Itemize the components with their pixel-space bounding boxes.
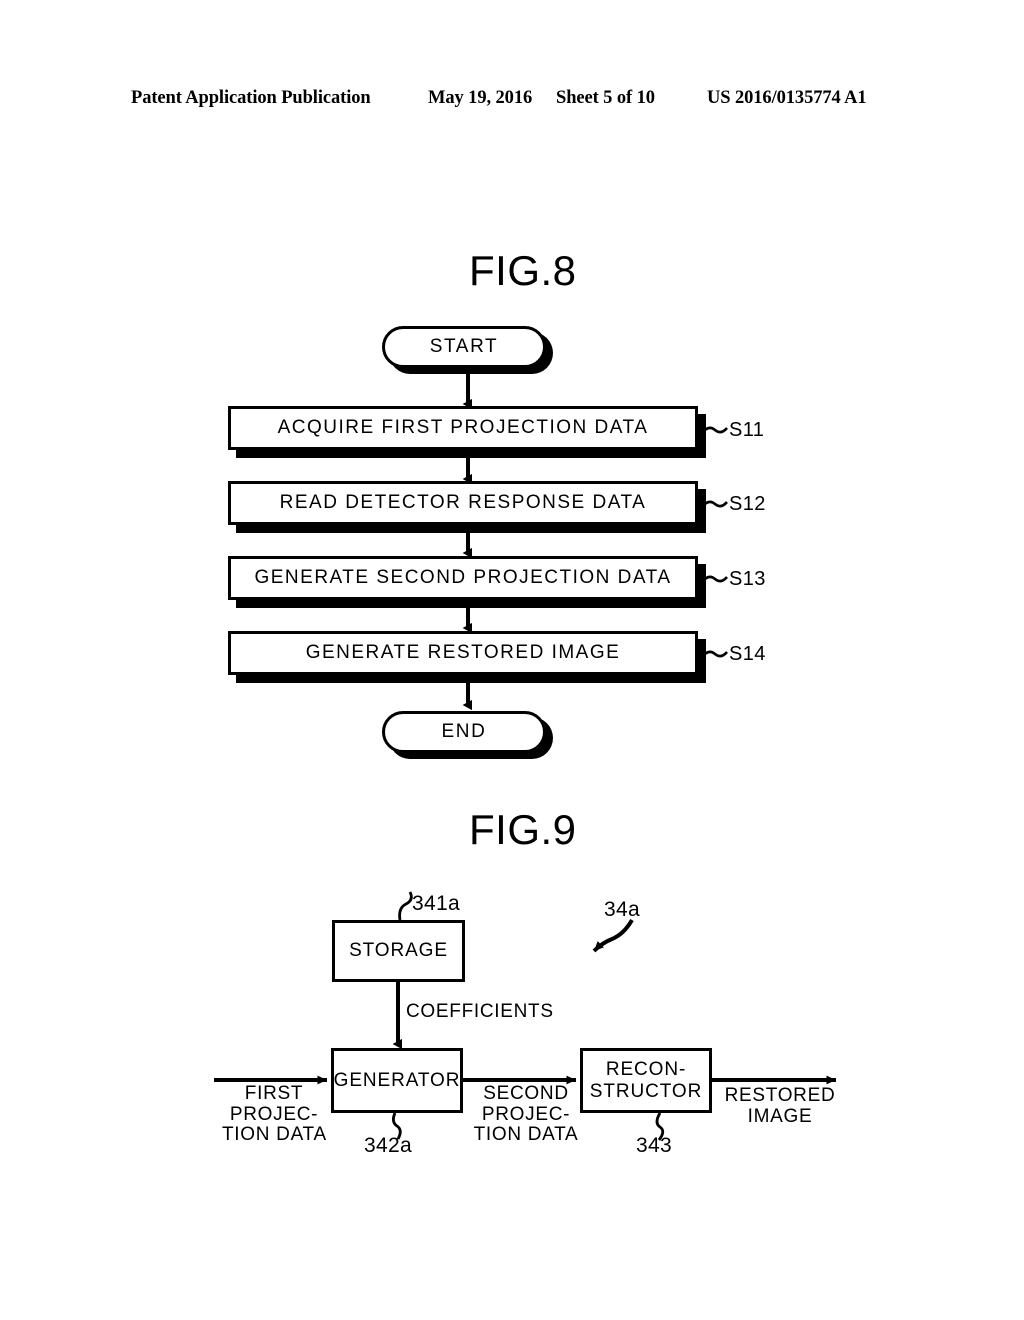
step-s11-box: ACQUIRE FIRST PROJECTION DATA bbox=[228, 406, 698, 450]
start-terminal-label: START bbox=[429, 336, 499, 357]
second-projection-data-line1: SECOND bbox=[483, 1083, 569, 1104]
reconstructor-block: RECON- STRUCTOR bbox=[580, 1048, 712, 1113]
end-terminal-label: END bbox=[441, 721, 487, 742]
step-s11-label: ACQUIRE FIRST PROJECTION DATA bbox=[277, 417, 649, 438]
step-s12-label: READ DETECTOR RESPONSE DATA bbox=[279, 492, 647, 513]
step-s14-box: GENERATE RESTORED IMAGE bbox=[228, 631, 698, 675]
restored-image-line2: IMAGE bbox=[747, 1105, 813, 1127]
first-projection-data-line2: PROJEC- bbox=[229, 1103, 319, 1125]
first-projection-data-line1: FIRST bbox=[244, 1083, 304, 1104]
reconstructor-block-label-line1: RECON- bbox=[605, 1059, 687, 1081]
second-projection-data-label: SECOND PROJEC- TION DATA bbox=[470, 1083, 582, 1146]
storage-block: STORAGE bbox=[332, 920, 465, 982]
storage-block-ref: 341a bbox=[412, 892, 460, 915]
reconstructor-block-label-line2: STRUCTOR bbox=[589, 1080, 703, 1102]
first-projection-data-label: FIRST PROJEC- TION DATA bbox=[222, 1083, 327, 1146]
step-s14-label: GENERATE RESTORED IMAGE bbox=[305, 642, 621, 663]
generator-block-ref: 342a bbox=[364, 1134, 412, 1157]
restored-image-line1: RESTORED bbox=[724, 1085, 836, 1106]
coefficients-signal-label: COEFFICIENTS bbox=[406, 1001, 554, 1022]
generator-block-label: GENERATOR bbox=[333, 1069, 461, 1091]
step-s12-box: READ DETECTOR RESPONSE DATA bbox=[228, 481, 698, 525]
step-s13-box: GENERATE SECOND PROJECTION DATA bbox=[228, 556, 698, 600]
restored-image-label: RESTORED IMAGE bbox=[722, 1085, 838, 1127]
step-s13-label: GENERATE SECOND PROJECTION DATA bbox=[254, 567, 672, 588]
step-s11-ref: S11 bbox=[729, 419, 765, 441]
system-ref-34a: 34a bbox=[604, 898, 640, 921]
step-s14-ref: S14 bbox=[729, 643, 766, 665]
step-s13-ref: S13 bbox=[729, 568, 766, 590]
step-s12-ref: S12 bbox=[729, 493, 766, 515]
storage-block-label: STORAGE bbox=[349, 940, 448, 962]
start-terminal: START bbox=[382, 326, 546, 368]
first-projection-data-line3: TION DATA bbox=[222, 1124, 327, 1146]
end-terminal: END bbox=[382, 711, 546, 753]
second-projection-data-line3: TION DATA bbox=[473, 1124, 579, 1146]
reconstructor-block-ref: 343 bbox=[636, 1134, 672, 1157]
generator-block: GENERATOR bbox=[331, 1048, 463, 1113]
second-projection-data-line2: PROJEC- bbox=[481, 1103, 571, 1125]
